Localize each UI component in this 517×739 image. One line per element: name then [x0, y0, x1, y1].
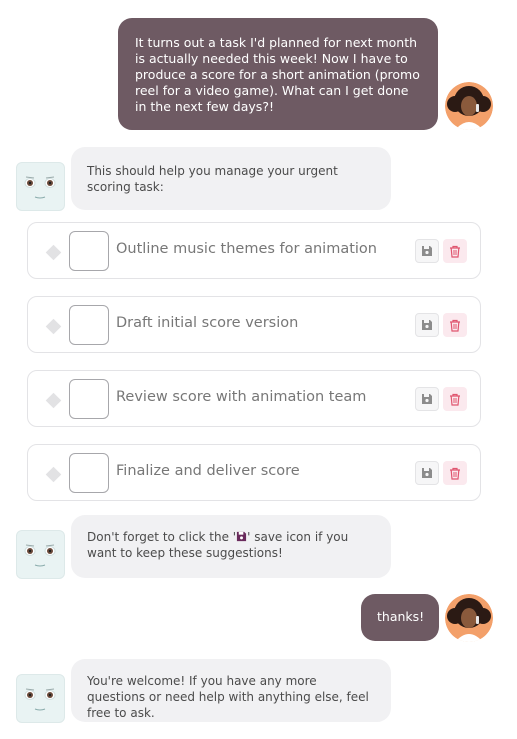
trash-icon	[450, 245, 460, 258]
drag-handle-icon[interactable]	[45, 244, 62, 261]
save-button[interactable]	[415, 387, 439, 411]
task-label: Outline music themes for animation	[116, 241, 377, 257]
user-avatar	[445, 594, 493, 642]
user-message-text: It turns out a task I'd planned for next…	[135, 35, 420, 114]
trash-icon	[450, 319, 460, 332]
task-item[interactable]: Outline music themes for animation	[27, 222, 481, 279]
user-avatar	[445, 82, 493, 130]
drag-handle-icon[interactable]	[45, 318, 62, 335]
task-checkbox[interactable]	[69, 305, 109, 345]
bot-avatar	[16, 162, 65, 211]
drag-handle-icon[interactable]	[45, 392, 62, 409]
task-checkbox[interactable]	[69, 379, 109, 419]
task-item[interactable]: Finalize and deliver score	[27, 444, 481, 501]
floppy-disk-icon	[422, 468, 432, 478]
delete-button[interactable]	[443, 313, 467, 337]
save-button[interactable]	[415, 239, 439, 263]
trash-icon	[450, 393, 460, 406]
floppy-disk-icon	[422, 320, 432, 330]
floppy-disk-icon	[422, 394, 432, 404]
task-item[interactable]: Review score with animation team	[27, 370, 481, 427]
delete-button[interactable]	[443, 387, 467, 411]
trash-icon	[450, 467, 460, 480]
floppy-disk-icon	[237, 531, 247, 542]
drag-handle-icon[interactable]	[45, 466, 62, 483]
bot-avatar	[16, 530, 65, 579]
user-message: thanks!	[361, 594, 439, 641]
bot-message-text: You're welcome! If you have any more que…	[87, 674, 369, 720]
bot-message-text: This should help you manage your urgent …	[87, 164, 338, 194]
bot-message: This should help you manage your urgent …	[71, 147, 391, 210]
save-button[interactable]	[415, 313, 439, 337]
task-label: Finalize and deliver score	[116, 463, 300, 479]
floppy-disk-icon	[422, 246, 432, 256]
user-message-text: thanks!	[377, 609, 425, 624]
bot-message: You're welcome! If you have any more que…	[71, 659, 391, 722]
delete-button[interactable]	[443, 239, 467, 263]
bot-message-text-start: Don't forget to click the '	[87, 530, 237, 544]
task-label: Review score with animation team	[116, 389, 367, 405]
task-checkbox[interactable]	[69, 231, 109, 271]
delete-button[interactable]	[443, 461, 467, 485]
task-checkbox[interactable]	[69, 453, 109, 493]
bot-avatar	[16, 674, 65, 723]
bot-message: Don't forget to click the ' ' save icon i…	[71, 515, 391, 578]
save-button[interactable]	[415, 461, 439, 485]
task-label: Draft initial score version	[116, 315, 299, 331]
task-item[interactable]: Draft initial score version	[27, 296, 481, 353]
user-message: It turns out a task I'd planned for next…	[118, 18, 438, 130]
